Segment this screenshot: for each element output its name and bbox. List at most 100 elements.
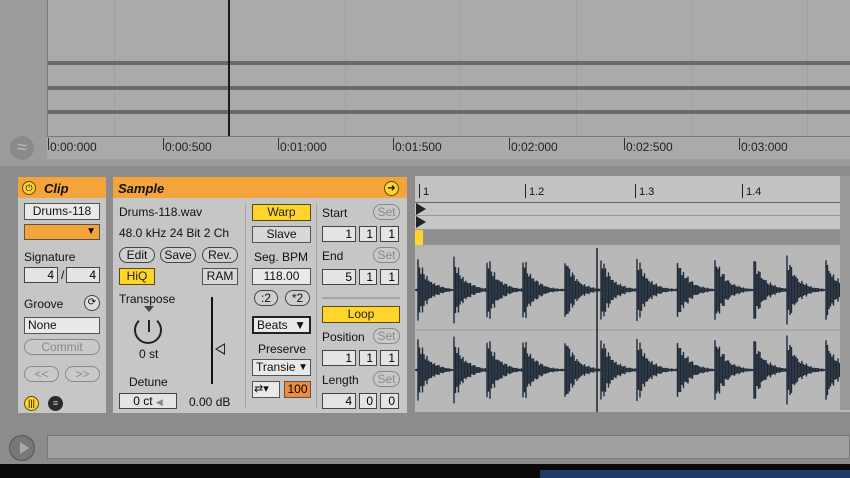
transpose-value: 0 st <box>139 347 159 361</box>
chevron-down-icon: ▼ <box>294 318 306 332</box>
end-beat[interactable]: 1 <box>359 269 377 285</box>
end-sixteenth[interactable]: 1 <box>380 269 399 285</box>
loop-mode-select[interactable]: ⇄▾ <box>252 381 280 398</box>
loop-brace-handle[interactable] <box>415 230 423 245</box>
edit-button[interactable]: Edit <box>119 247 155 263</box>
start-marker-lane[interactable] <box>415 203 850 216</box>
length-sixteenth[interactable]: 0 <box>380 393 399 409</box>
clip-title: Clip <box>44 181 69 196</box>
length-bar[interactable]: 4 <box>322 393 356 409</box>
preserve-label: Preserve <box>258 342 307 356</box>
overview-wave-icon[interactable]: ≈ <box>10 136 34 160</box>
waveform-display[interactable] <box>415 248 850 412</box>
ram-button[interactable]: RAM <box>202 268 238 285</box>
start-set-button[interactable]: Set <box>373 204 400 220</box>
marker-label: 1.4 <box>746 186 762 198</box>
length-set-button[interactable]: Set <box>373 371 400 387</box>
signature-label: Signature <box>24 250 76 264</box>
end-set-button[interactable]: Set <box>373 247 400 263</box>
detune-field[interactable]: 0 ct ◀ <box>119 393 177 409</box>
double-tempo-button[interactable]: *2 <box>285 290 310 306</box>
gain-value: 0.00 dB <box>189 395 231 409</box>
play-icon[interactable] <box>9 435 35 461</box>
beat-ruler[interactable] <box>415 176 850 203</box>
marker-label: 1.2 <box>529 186 545 198</box>
slave-button[interactable]: Slave <box>252 226 311 243</box>
loop-brace[interactable] <box>415 230 850 245</box>
nudge-forward-button[interactable]: >> <box>65 366 100 382</box>
position-beat[interactable]: 1 <box>359 350 377 366</box>
transpose-label: Transpose <box>119 292 176 306</box>
ruler-label: 0:01:500 <box>395 140 442 154</box>
clip-activator-icon[interactable]: ⏻ <box>22 181 36 195</box>
ruler-label: 0:02:000 <box>511 140 558 154</box>
end-bar[interactable]: 5 <box>322 269 356 285</box>
chevron-down-icon: ▼ <box>86 226 96 237</box>
detune-label: Detune <box>129 375 168 389</box>
position-bar[interactable]: 1 <box>322 350 356 366</box>
divider <box>316 203 317 408</box>
ruler-label: 0:00:500 <box>165 140 212 154</box>
clip-color-dropdown[interactable]: ▼ <box>24 224 100 240</box>
warp-mode-value: Beats <box>257 318 288 332</box>
position-sixteenth[interactable]: 1 <box>380 350 399 366</box>
signature-denominator[interactable]: 4 <box>66 267 100 283</box>
ruler-label: 0:02:500 <box>626 140 673 154</box>
ruler-label: 0:00:000 <box>50 140 97 154</box>
gain-slider-handle-inner <box>217 345 224 353</box>
length-beat[interactable]: 0 <box>359 393 377 409</box>
position-label: Position <box>322 330 365 344</box>
end-label: End <box>322 249 344 263</box>
groove-label: Groove <box>24 297 64 311</box>
info-bar <box>47 435 850 459</box>
divider <box>322 297 400 299</box>
nudge-back-button[interactable]: << <box>24 366 59 382</box>
clip-name-field[interactable]: Drums-118 <box>24 203 100 220</box>
ruler-label: 0:01:000 <box>280 140 327 154</box>
chevron-down-icon: ▼ <box>298 362 308 373</box>
playhead-cursor[interactable] <box>228 0 230 136</box>
warp-mode-select[interactable]: Beats ▼ <box>252 316 311 334</box>
half-tempo-button[interactable]: :2 <box>254 290 278 306</box>
loop-button[interactable]: Loop <box>322 306 400 323</box>
preserve-select[interactable]: Transie ▼ <box>252 359 311 376</box>
marker-label: 1.3 <box>639 186 655 198</box>
length-label: Length <box>322 373 359 387</box>
end-marker-lane[interactable] <box>415 216 850 230</box>
start-beat[interactable]: 1 <box>359 226 377 242</box>
preserve-value: Transie <box>256 360 296 374</box>
marker-label: 1 <box>423 186 430 198</box>
taskbar-highlight <box>540 470 850 478</box>
sample-filename: Drums-118.wav <box>119 205 203 219</box>
save-button[interactable]: Save <box>160 247 196 263</box>
transient-envelope-field[interactable]: 100 <box>284 381 311 398</box>
start-marker-icon[interactable] <box>416 203 426 215</box>
envelope-box-toggle-icon[interactable]: ≡ <box>48 396 63 411</box>
sample-box-toggle-icon[interactable]: ||| <box>24 396 39 411</box>
start-sixteenth[interactable]: 1 <box>380 226 399 242</box>
arrow-right-icon[interactable]: ➜ <box>384 181 399 196</box>
loop-marker-icon[interactable] <box>416 216 426 228</box>
signature-numerator[interactable]: 4 <box>24 267 58 283</box>
ruler-label: 0:03:000 <box>741 140 788 154</box>
hiq-button[interactable]: HiQ <box>119 268 155 285</box>
scrollbar[interactable] <box>840 176 850 410</box>
reverse-button[interactable]: Rev. <box>202 247 238 263</box>
start-label: Start <box>322 206 348 220</box>
signature-slash: / <box>61 268 65 282</box>
commit-button[interactable]: Commit <box>24 339 100 355</box>
arrangement-timeline[interactable] <box>47 0 850 136</box>
gain-slider-track[interactable] <box>211 297 213 384</box>
start-bar[interactable]: 1 <box>322 226 356 242</box>
groove-select[interactable]: None <box>24 317 100 334</box>
divider <box>245 203 246 408</box>
transpose-knob[interactable] <box>134 316 162 344</box>
sample-title: Sample <box>118 181 165 196</box>
warp-button[interactable]: Warp <box>252 204 311 221</box>
groove-hot-swap-icon[interactable]: ⟳ <box>84 295 100 311</box>
seg-bpm-label: Seg. BPM <box>254 250 309 264</box>
seg-bpm-field[interactable]: 118.00 <box>252 268 311 285</box>
position-set-button[interactable]: Set <box>373 328 400 344</box>
sample-format: 48.0 kHz 24 Bit 2 Ch <box>119 226 230 240</box>
transpose-indicator-icon <box>144 306 154 312</box>
